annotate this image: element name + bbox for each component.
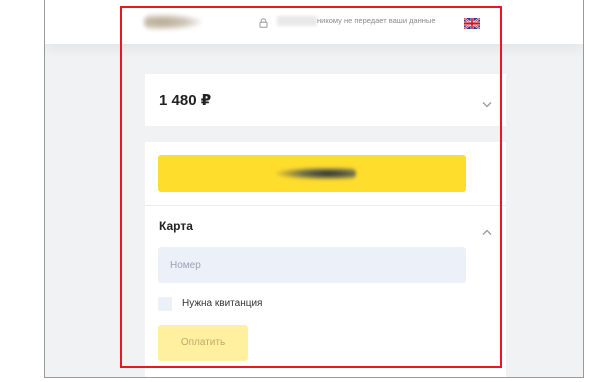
pay-button[interactable]: Оплатить	[158, 325, 248, 361]
card-section-title[interactable]: Карта	[159, 219, 193, 233]
payment-form: Карта Нужна квитанция Оплатить	[145, 142, 506, 377]
card-number-input[interactable]	[158, 247, 466, 283]
brand-logo-icon	[144, 14, 202, 30]
receipt-checkbox[interactable]	[158, 297, 172, 311]
browser-viewport: никому не передает ваши данные 1 480 ₽ К…	[44, 0, 584, 378]
lock-icon	[259, 15, 268, 33]
section-divider	[145, 205, 506, 206]
uk-flag-icon[interactable]	[463, 16, 481, 34]
chevron-down-icon[interactable]	[482, 95, 492, 113]
quick-pay-button[interactable]	[158, 155, 466, 192]
receipt-label[interactable]: Нужна квитанция	[182, 298, 262, 309]
privacy-notice: никому не передает ваши данные	[317, 16, 436, 25]
order-summary[interactable]: 1 480 ₽	[145, 74, 506, 126]
payment-header: никому не передает ваши данные	[45, 0, 583, 44]
order-amount: 1 480 ₽	[159, 92, 212, 109]
quick-pay-logo-icon	[276, 167, 356, 180]
redacted-brand-name	[277, 16, 317, 26]
chevron-up-icon[interactable]	[482, 223, 492, 241]
